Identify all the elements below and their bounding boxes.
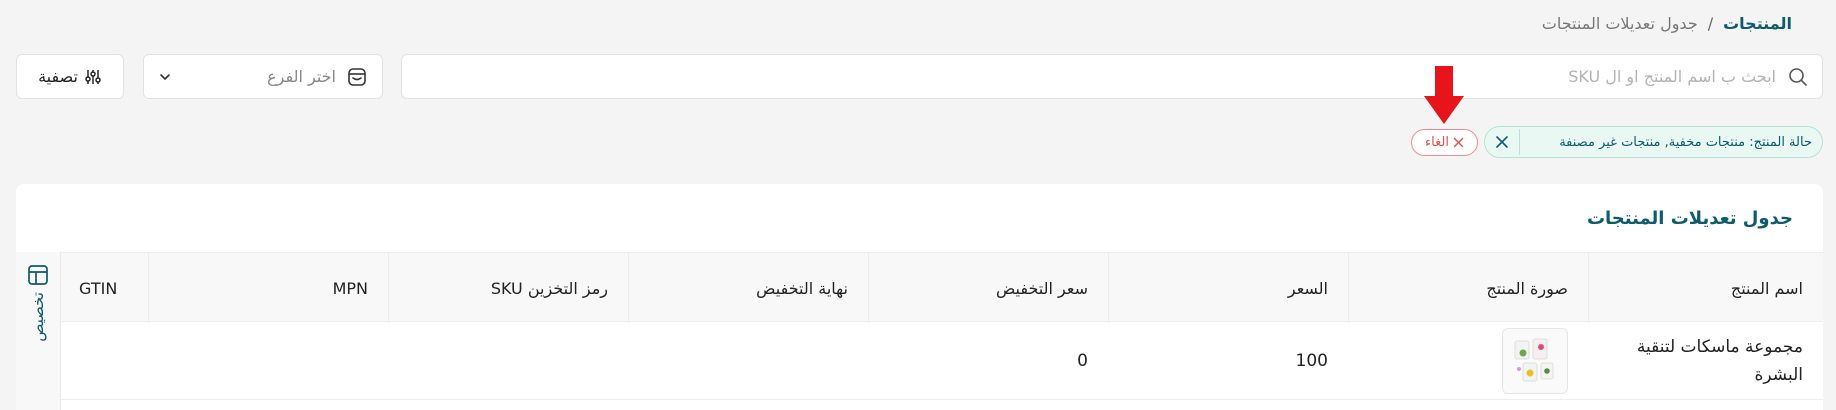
arrow-down-icon [1424, 66, 1464, 124]
branch-select[interactable]: اختر الفرع [143, 54, 383, 99]
close-icon [1496, 136, 1508, 148]
active-filter-chip: حالة المنتج: منتجات مخفية, منتجات غير مص… [1484, 126, 1823, 158]
store-icon [348, 67, 366, 86]
column-header-mpn[interactable]: MPN [148, 253, 388, 323]
column-header-image[interactable]: صورة المنتج [1348, 253, 1588, 323]
customize-columns-button[interactable]: تخصيص [16, 252, 61, 410]
column-header-sale-price[interactable]: سعر التخفيض [868, 253, 1108, 323]
sliders-icon [85, 69, 101, 84]
cell-product-image [1348, 322, 1588, 400]
cell-sale-price: 0 [1077, 351, 1088, 371]
cell-price: 100 [1295, 351, 1328, 371]
cancel-button-label: الغاء [1425, 135, 1449, 150]
remove-filter-button[interactable] [1495, 135, 1509, 149]
cell-mpn [148, 322, 388, 400]
products-table-card: جدول تعديلات المنتجات تخصيص اسم المنتج ص… [16, 184, 1823, 410]
breadcrumb-current: جدول تعديلات المنتجات [1541, 14, 1698, 33]
breadcrumb-products-link[interactable]: المنتجات [1723, 14, 1792, 33]
card-title: جدول تعديلات المنتجات [1586, 208, 1793, 229]
product-thumbnail[interactable] [1502, 328, 1568, 394]
column-header-sku[interactable]: رمز التخزين SKU [388, 253, 628, 323]
column-header-sale-end[interactable]: نهاية التخفيض [628, 253, 868, 323]
search-box[interactable] [401, 54, 1823, 99]
customize-label: تخصيص [29, 292, 47, 342]
chevron-down-icon [160, 73, 170, 80]
branch-select-placeholder: اختر الفرع [267, 67, 336, 86]
breadcrumb: المنتجات / جدول تعديلات المنتجات [1542, 14, 1792, 33]
search-icon [1789, 67, 1807, 86]
cell-sku [388, 322, 628, 400]
cell-gtin [61, 322, 148, 400]
table-row[interactable]: مجموعة ماسكات لتنقية البشرة 100 0 [61, 322, 1823, 400]
product-image [1514, 338, 1554, 382]
cancel-filters-button[interactable]: الغاء [1411, 129, 1478, 156]
table-icon [28, 265, 48, 285]
active-filter-text: حالة المنتج: منتجات مخفية, منتجات غير مص… [1559, 134, 1812, 150]
chip-divider [1519, 129, 1520, 155]
close-icon [1453, 137, 1464, 148]
cell-sale-end [628, 322, 868, 400]
column-header-price[interactable]: السعر [1108, 253, 1348, 323]
filter-button[interactable]: تصفية [16, 54, 124, 99]
cell-product-name: مجموعة ماسكات لتنقية البشرة [1636, 337, 1803, 385]
filter-button-label: تصفية [38, 67, 78, 86]
table-header: اسم المنتج صورة المنتج السعر سعر التخفيض… [61, 252, 1823, 323]
breadcrumb-separator: / [1707, 14, 1714, 33]
column-header-gtin[interactable]: GTIN [61, 253, 148, 323]
column-header-name[interactable]: اسم المنتج [1588, 253, 1823, 323]
